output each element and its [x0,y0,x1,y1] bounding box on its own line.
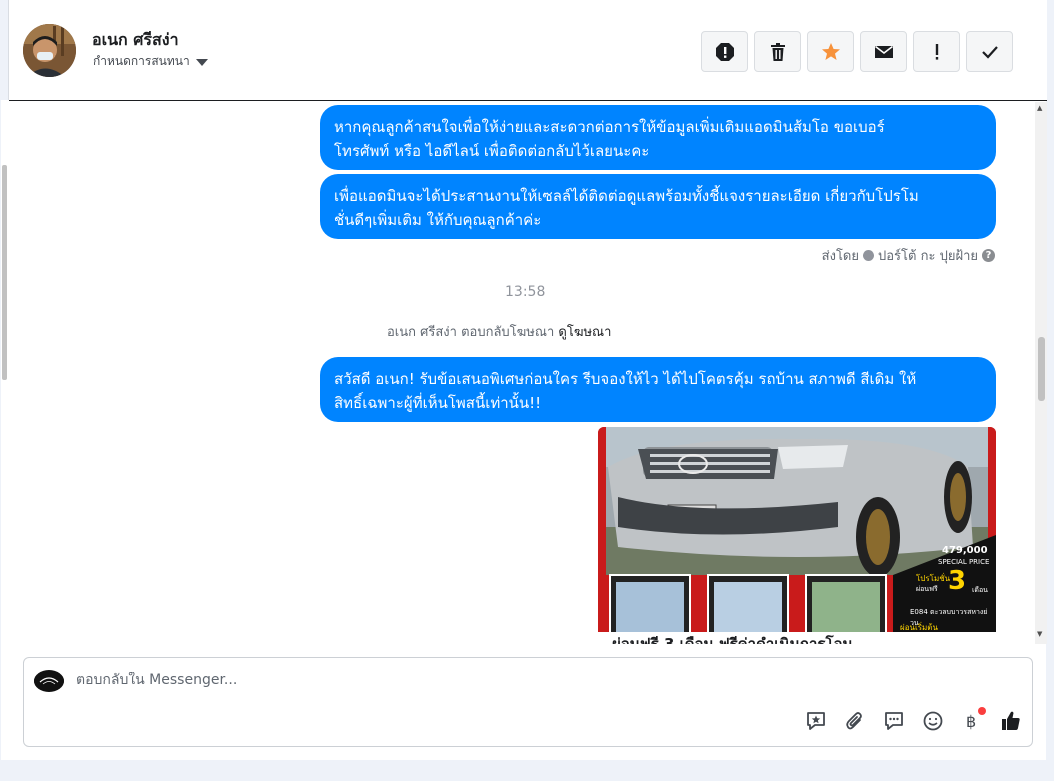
message-line: ชั่นดีๆเพิ่มเติม ให้กับคุณลูกค้าค่ะ [334,211,542,229]
spam-button[interactable] [701,31,748,72]
ad-promo-months: 3 [948,566,967,596]
quick-reply-button[interactable] [883,710,905,732]
ad-promo-sub: ผ่อนฟรี [916,585,938,593]
check-icon [981,45,998,59]
ad-reply-note: อเนก ศรีสง่า ตอบกลับโฆษณา ดูโฆษณา [387,321,611,342]
chat-bubble-icon [885,712,903,730]
saved-reply-icon [807,712,825,730]
conversation-settings-label: กำหนดการสนทนา [93,54,190,68]
page-logo-mark [34,671,64,691]
message-time: 13:58 [505,284,546,300]
message-bubble[interactable]: เพื่อแอดมินจะได้ประสานงานให้เซลล์ได้ติดต… [320,174,996,239]
inbox-frame: อเนก ศรีสง่า กำหนดการสนทนา หากคุณลูกค้าส… [1,0,1047,760]
star-button[interactable] [807,31,854,72]
emoji-icon [923,711,943,731]
contact-name[interactable]: อเนก ศรีสง่า [92,28,179,53]
ad-code-value: E084 [910,608,928,616]
help-icon[interactable]: ? [982,249,995,262]
message-line: สิทธิ์เฉพาะผู้ที่เห็นโพสนี้เท่านั้น!! [334,394,542,412]
mark-done-button[interactable] [966,31,1013,72]
scroll-down-icon[interactable]: ▼ [1037,630,1042,638]
composer-tools: ฿ [805,707,1022,732]
verified-icon [863,250,874,261]
delete-button[interactable] [754,31,801,72]
ad-price-label: SPECIAL PRICE [938,558,990,566]
ad-image-card[interactable]: 479,000 SPECIAL PRICE โปรโมชั่น ผ่อนฟรี … [598,427,996,644]
message-line: โทรศัพท์ หรือ ไอดีไลน์ เพื่อติดต่อกลับไว… [334,142,650,160]
exclamation-icon [935,43,938,60]
svg-text:฿: ฿ [966,712,976,731]
scroll-up-icon[interactable]: ▲ [1037,104,1042,112]
message-line: สวัสดี อเนก! รับข้อเสนอพิเศษก่อนใคร รีบจ… [334,370,917,388]
message-bubble[interactable]: หากคุณลูกค้าสนใจเพื่อให้ง่ายและสะดวกต่อก… [320,105,996,170]
thread-scrollbar[interactable]: ▲ ▼ [1035,102,1047,644]
ad-caption: ผ่อนฟรี 3 เดือน ฟรีค่าดำเนินการโอน [598,632,996,644]
alert-octagon-icon [715,42,734,61]
message-line: หากคุณลูกค้าสนใจเพื่อให้ง่ายและสะดวกต่อก… [334,118,885,136]
sent-by-info: ส่งโดย ปอร์โต้ กะ ปุยฝ้าย ? [822,245,995,266]
payment-button[interactable]: ฿ [961,707,986,732]
attach-button[interactable] [844,710,866,732]
mark-unread-button[interactable] [860,31,907,72]
page-logo [34,670,64,692]
star-icon [821,42,840,60]
left-scroll-thumb[interactable] [2,165,7,380]
message-thread[interactable]: หากคุณลูกค้าสนใจเพื่อให้ง่ายและสะดวกต่อก… [9,102,1033,644]
avatar-photo [23,24,76,77]
follow-up-button[interactable] [913,31,960,72]
thread-scroll-thumb[interactable] [1038,337,1045,401]
left-scrollbar[interactable] [1,100,9,760]
reply-composer: ฿ [23,657,1033,747]
message-bubble[interactable]: สวัสดี อเนก! รับข้อเสนอพิเศษก่อนใคร รีบจ… [320,357,996,422]
caret-down-icon [195,59,208,66]
sent-by-name: ปอร์โต้ กะ ปุยฝ้าย [878,249,978,264]
ad-reply-text: อเนก ศรีสง่า ตอบกลับโฆษณา [387,325,555,340]
ad-price: 479,000 [942,545,988,556]
conversation-header: อเนก ศรีสง่า กำหนดการสนทนา [9,0,1047,101]
notification-dot [978,707,986,715]
sent-by-prefix: ส่งโดย [821,249,859,264]
attachment-icon [846,712,862,730]
header-actions [701,31,1013,72]
view-ad-link[interactable]: ดูโฆษณา [558,325,611,340]
message-line: เพื่อแอดมินจะได้ประสานงานให้เซลล์ได้ติดต… [334,187,919,205]
conversation-settings-dropdown[interactable]: กำหนดการสนทนา [93,52,208,71]
avatar[interactable] [23,24,76,77]
envelope-icon [874,45,893,58]
trash-icon [770,42,785,61]
ad-promo-unit: เดือน [972,586,988,594]
reply-input[interactable] [76,672,776,688]
emoji-button[interactable] [922,710,944,732]
saved-reply-button[interactable] [805,710,827,732]
like-button[interactable] [1000,710,1022,732]
thumbs-up-icon [1002,711,1020,730]
